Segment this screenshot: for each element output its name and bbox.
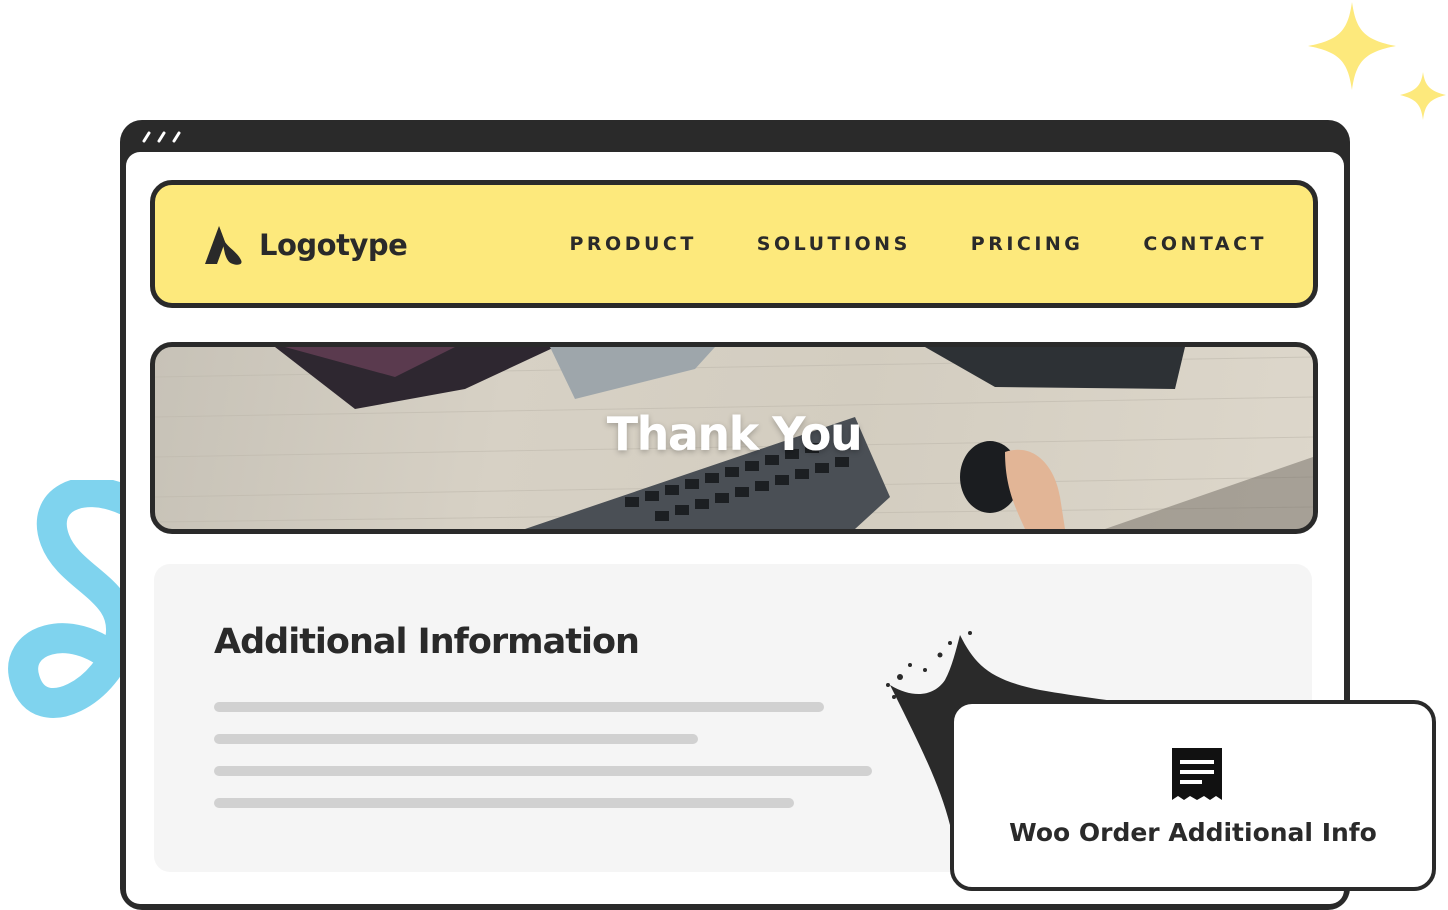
- nav-item-contact[interactable]: CONTACT: [1143, 233, 1267, 255]
- placeholder-text-line: [214, 702, 824, 712]
- placeholder-text-line: [214, 798, 794, 808]
- woo-order-info-card[interactable]: Woo Order Additional Info: [950, 700, 1436, 891]
- additional-info-title: Additional Information: [214, 622, 640, 662]
- logo-icon: [205, 226, 242, 265]
- placeholder-text-line: [214, 766, 872, 776]
- nav-item-solutions[interactable]: SOLUTIONS: [757, 233, 911, 255]
- hero-title: Thank You: [606, 407, 863, 461]
- nav-menu: PRODUCT SOLUTIONS PRICING CONTACT: [569, 233, 1267, 255]
- site-logo[interactable]: Logotype: [203, 223, 408, 267]
- sparkle-decoration: [1308, 2, 1446, 120]
- nav-item-pricing[interactable]: PRICING: [971, 233, 1084, 255]
- squiggle-decoration: [8, 480, 130, 718]
- woo-order-info-label: Woo Order Additional Info: [1009, 818, 1377, 847]
- nav-item-product[interactable]: PRODUCT: [569, 233, 696, 255]
- logo-text: Logotype: [259, 228, 408, 262]
- placeholder-text-line: [214, 734, 698, 744]
- site-navbar: Logotype PRODUCT SOLUTIONS PRICING CONTA…: [150, 180, 1318, 308]
- receipt-icon: [1172, 748, 1222, 800]
- hero-banner: Thank You: [150, 342, 1318, 534]
- window-controls-icon: [142, 131, 181, 143]
